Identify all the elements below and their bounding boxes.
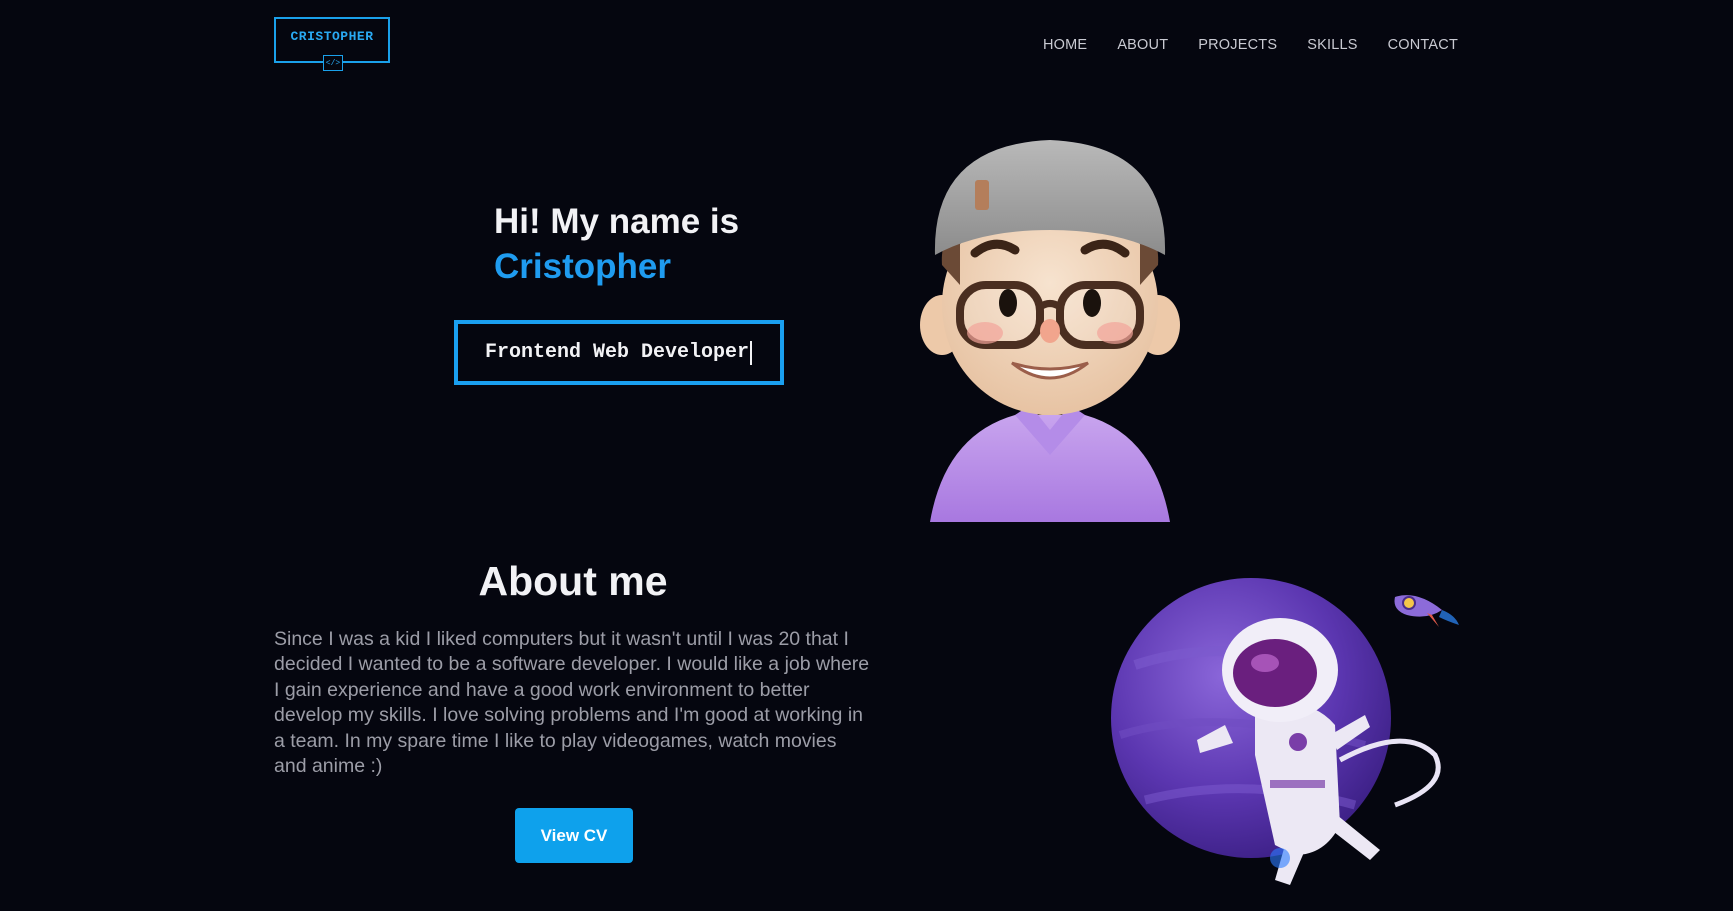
nav-link-contact[interactable]: CONTACT xyxy=(1388,37,1458,53)
code-icon: </> xyxy=(323,55,343,71)
hero-name: Cristopher xyxy=(494,247,671,286)
logo-text: CRISTOPHER xyxy=(290,28,374,44)
text-cursor xyxy=(750,340,753,365)
view-cv-button[interactable]: View CV xyxy=(515,808,633,863)
hero-greeting: Hi! My name is xyxy=(494,202,740,241)
nav-link-projects[interactable]: PROJECTS xyxy=(1198,37,1277,53)
about-heading: About me xyxy=(478,558,668,604)
nav-menu: HOME ABOUT PROJECTS SKILLS CONTACT xyxy=(1043,37,1458,53)
rocket-icon xyxy=(1394,595,1459,627)
hero-heading: Hi! My name is Cristopher xyxy=(494,199,739,289)
avatar-illustration xyxy=(920,140,1180,522)
nav-link-skills[interactable]: SKILLS xyxy=(1307,37,1357,53)
logo[interactable]: CRISTOPHER </> xyxy=(274,17,390,71)
role-text: Frontend Web Developer xyxy=(485,341,750,364)
role-typewriter: Frontend Web Developer xyxy=(454,320,784,385)
nav-link-home[interactable]: HOME xyxy=(1043,37,1087,53)
nav-link-about[interactable]: ABOUT xyxy=(1117,37,1168,53)
about-paragraph: Since I was a kid I liked computers but … xyxy=(274,628,870,778)
